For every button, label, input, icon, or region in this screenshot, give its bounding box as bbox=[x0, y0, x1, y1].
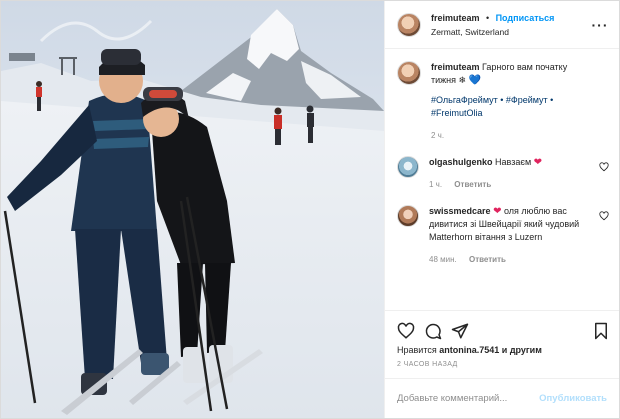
post-sidebar: freimuteam • Подписаться Zermatt, Switze… bbox=[384, 1, 619, 418]
comments-list: freimuteam Гарного вам початку тижня ❄ 💙… bbox=[385, 49, 619, 310]
red-heart-emoji: ❤ bbox=[493, 206, 502, 217]
comment-bubble-icon[interactable] bbox=[424, 322, 442, 340]
commenter-username[interactable]: olgashulgenko bbox=[429, 157, 493, 167]
comment-item: swissmedcare ❤ оля люблю вас дивитися зі… bbox=[397, 205, 609, 266]
like-heart-icon[interactable] bbox=[397, 322, 415, 340]
like-comment-heart-icon[interactable] bbox=[599, 211, 609, 221]
comment-body: swissmedcare ❤ оля люблю вас дивитися зі… bbox=[429, 205, 609, 266]
post-header: freimuteam • Подписаться Zermatt, Switze… bbox=[385, 1, 619, 49]
location-link[interactable]: Zermatt, Switzerland bbox=[431, 25, 591, 39]
more-options-icon[interactable]: ··· bbox=[591, 17, 609, 33]
likes-prefix: Нравится bbox=[397, 345, 437, 355]
reply-button[interactable]: Ответить bbox=[454, 180, 491, 189]
comment-time[interactable]: 1 ч. bbox=[429, 180, 442, 189]
comment-time[interactable]: 48 мин. bbox=[429, 255, 457, 264]
commenter-avatar[interactable] bbox=[397, 156, 419, 178]
caption-body: freimuteam Гарного вам початку тижня ❄ 💙… bbox=[431, 61, 609, 142]
action-icons bbox=[397, 317, 609, 345]
post-timestamp[interactable]: 2 ЧАСОВ НАЗАД bbox=[397, 361, 609, 368]
separator-dot: • bbox=[485, 13, 490, 23]
publish-button[interactable]: Опубликовать bbox=[539, 393, 607, 404]
likes-line: Нравится antonina.7541 и другим bbox=[397, 345, 609, 355]
caption-avatar[interactable] bbox=[397, 61, 421, 85]
comment-input[interactable] bbox=[397, 393, 540, 404]
reply-button[interactable]: Ответить bbox=[469, 255, 506, 264]
instagram-post: freimuteam • Подписаться Zermatt, Switze… bbox=[0, 0, 620, 419]
post-photo[interactable] bbox=[1, 1, 384, 418]
ski-scene-illustration bbox=[1, 1, 384, 418]
caption-time[interactable]: 2 ч. bbox=[431, 131, 444, 140]
caption-meta: 2 ч. bbox=[431, 129, 591, 142]
commenter-username[interactable]: swissmedcare bbox=[429, 206, 491, 216]
likes-user-link[interactable]: antonina.7541 bbox=[439, 345, 499, 355]
red-heart-emoji: ❤ bbox=[533, 157, 543, 168]
author-avatar[interactable] bbox=[397, 12, 421, 37]
author-info: freimuteam • Подписаться Zermatt, Switze… bbox=[431, 10, 591, 39]
comment-meta: 1 ч. Ответить bbox=[429, 178, 591, 191]
add-comment-bar: Опубликовать bbox=[385, 378, 619, 418]
commenter-avatar[interactable] bbox=[397, 205, 419, 227]
follow-button[interactable]: Подписаться bbox=[496, 13, 555, 23]
save-bookmark-icon[interactable] bbox=[593, 322, 609, 340]
like-comment-heart-icon[interactable] bbox=[599, 162, 609, 172]
caption: freimuteam Гарного вам початку тижня ❄ 💙… bbox=[397, 61, 609, 142]
likes-others-link[interactable]: и другим bbox=[502, 345, 542, 355]
caption-hashtags[interactable]: #ОльгаФреймут • #Фреймут • #FreimutOlia bbox=[431, 94, 591, 120]
blue-heart-emoji: 💙 bbox=[468, 75, 482, 86]
author-username[interactable]: freimuteam bbox=[431, 13, 480, 23]
comment-meta: 48 мин. Ответить bbox=[429, 253, 591, 266]
caption-username[interactable]: freimuteam bbox=[431, 62, 480, 72]
comment-text: Навзаєм bbox=[495, 157, 532, 167]
comment-item: olgashulgenko Навзаєм ❤ 1 ч. Ответить bbox=[397, 156, 609, 191]
post-actions: Нравится antonina.7541 и другим 2 ЧАСОВ … bbox=[385, 310, 619, 368]
comment-body: olgashulgenko Навзаєм ❤ 1 ч. Ответить bbox=[429, 156, 609, 191]
share-paper-plane-icon[interactable] bbox=[451, 322, 469, 340]
